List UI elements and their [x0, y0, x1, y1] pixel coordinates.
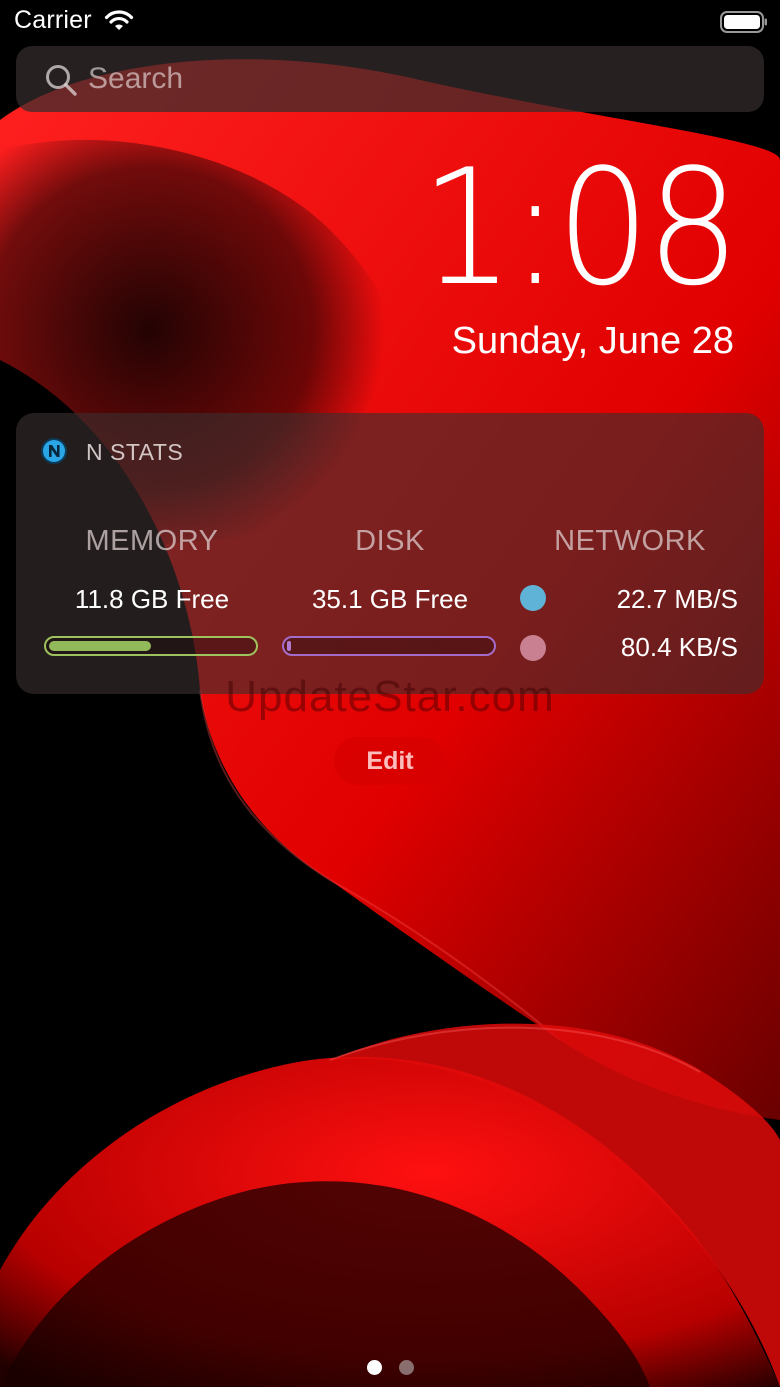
- page-dot-2[interactable]: [399, 1360, 414, 1375]
- lock-time: 1:08: [420, 134, 740, 321]
- network-download-value: 22.7 MB/S: [616, 584, 738, 614]
- disk-free-value: 35.1 GB Free: [311, 584, 469, 614]
- lock-screen: Carrier 1:08 Sunday, June 28 N STATS MEM…: [0, 0, 780, 1387]
- battery-icon: [720, 11, 767, 33]
- network-upload-value: 80.4 KB/S: [620, 632, 738, 662]
- memory-free-value: 11.8 GB Free: [74, 584, 230, 614]
- upload-indicator-dot: [520, 635, 546, 661]
- nstats-widget[interactable]: N STATS MEMORY DISK NETWORK 11.8 GB Free…: [16, 413, 764, 694]
- lock-date: Sunday, June 28: [451, 320, 734, 362]
- disk-header: DISK: [355, 525, 425, 557]
- page-dot-1[interactable]: [367, 1360, 382, 1375]
- carrier-label: Carrier: [14, 6, 92, 34]
- edit-button[interactable]: Edit: [334, 737, 446, 785]
- disk-bar: [282, 636, 496, 656]
- disk-bar-fill: [287, 641, 292, 651]
- memory-bar-fill: [49, 641, 151, 651]
- wifi-icon: [104, 10, 134, 30]
- widget-title: N STATS: [86, 439, 184, 465]
- download-indicator-dot: [520, 585, 546, 611]
- search-bar[interactable]: [16, 46, 764, 112]
- memory-header: MEMORY: [85, 525, 219, 557]
- memory-bar: [44, 636, 258, 656]
- page-indicator[interactable]: [364, 1359, 424, 1377]
- nstats-logo-icon: [41, 438, 67, 464]
- search-icon: [46, 65, 77, 96]
- status-bar: Carrier: [0, 0, 780, 44]
- watermark: UpdateStar.com: [225, 672, 555, 721]
- network-header: NETWORK: [554, 525, 706, 557]
- search-input[interactable]: [88, 58, 728, 100]
